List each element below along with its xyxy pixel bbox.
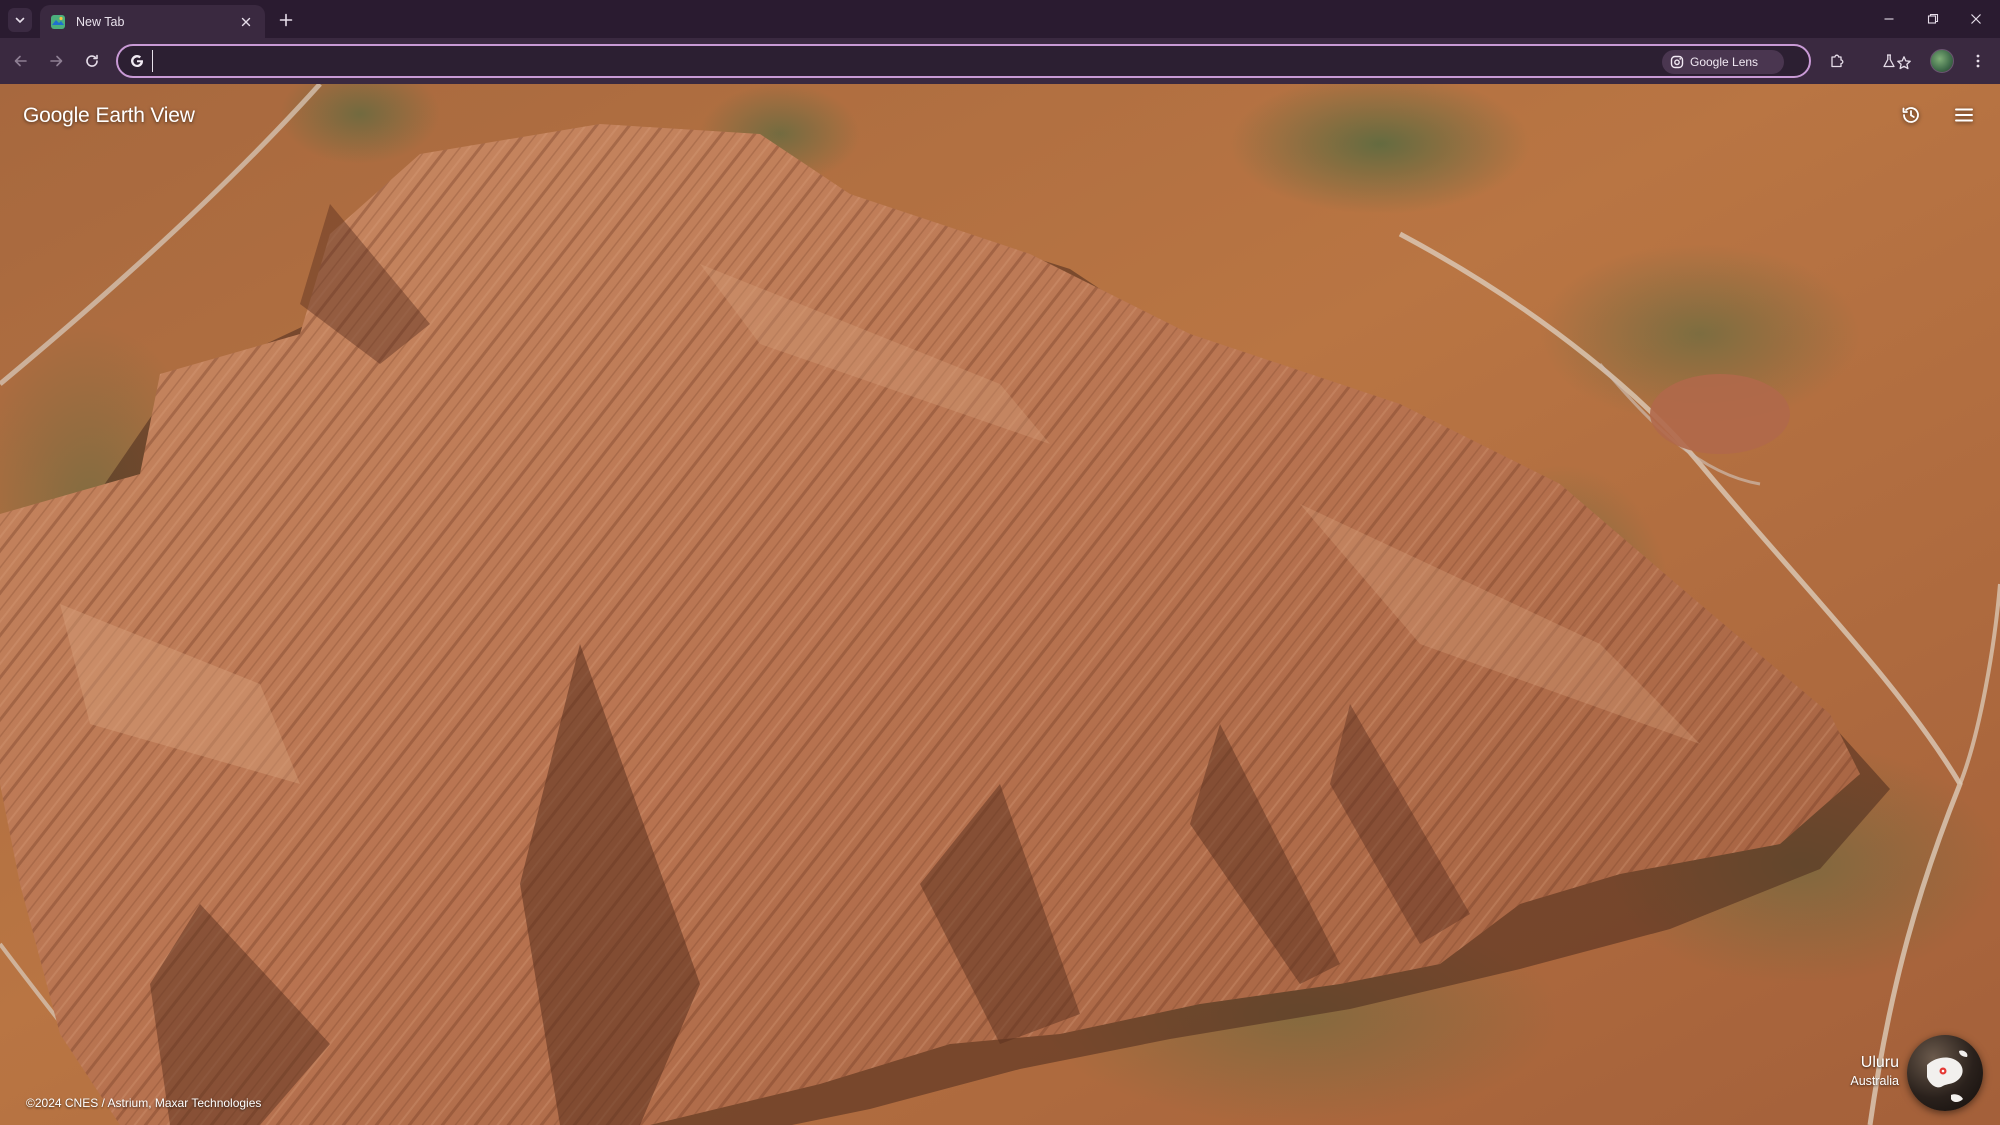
earth-view-menu-button[interactable] [1947,98,1981,132]
forward-button[interactable] [44,49,68,73]
tab-close-button[interactable] [237,13,255,31]
back-button[interactable] [9,49,33,73]
hamburger-menu-icon [1955,108,1973,122]
camera-lens-icon [1670,55,1684,69]
history-icon [1902,107,1919,123]
brand-google: Google [23,104,90,127]
location-country: Australia [1850,1074,1899,1088]
close-icon [1971,14,1981,24]
globe-icon[interactable] [1907,1035,1983,1111]
earth-view-favicon [50,14,66,30]
flask-icon [1883,54,1895,68]
google-lens-button[interactable]: Google Lens [1662,50,1784,74]
satellite-image [0,84,2000,1125]
minimize-icon [1884,18,1894,20]
earth-view-page: Google Earth View ©2024 CNES / Astrium, M… [0,84,2000,1125]
reload-button[interactable] [80,49,104,73]
restore-button[interactable] [1918,6,1948,32]
address-input[interactable] [152,50,1452,72]
image-attribution: ©2024 CNES / Astrium, Maxar Technologies [26,1096,262,1110]
history-button[interactable] [1894,98,1928,132]
browser-toolbar: Google Lens [0,38,2000,84]
close-icon [241,17,251,26]
plus-icon [279,13,293,27]
extensions-button[interactable] [1825,49,1849,73]
earth-view-logo[interactable]: Google Earth View [23,104,195,128]
tab-new-tab[interactable]: New Tab [40,5,265,38]
profile-avatar[interactable] [1930,49,1954,73]
arrow-left-icon [14,55,27,67]
labs-button[interactable] [1877,49,1901,73]
location-label[interactable]: Uluru Australia [1850,1054,1899,1088]
kebab-menu-icon [1976,54,1980,68]
tab-strip: New Tab [0,0,2000,38]
reload-icon [86,54,98,67]
tab-search-button[interactable] [8,8,32,32]
address-bar[interactable]: Google Lens [116,44,1911,78]
google-lens-label: Google Lens [1690,55,1759,69]
minimize-button[interactable] [1874,6,1904,32]
window-close-button[interactable] [1961,6,1991,32]
arrow-right-icon [50,55,63,67]
google-g-icon [128,52,146,70]
brand-earth-view: Earth View [95,104,195,127]
restore-icon [1927,13,1939,24]
chevron-down-icon [15,17,25,24]
browser-menu-button[interactable] [1966,49,1990,73]
location-name: Uluru [1860,1054,1899,1071]
puzzle-icon [1831,54,1844,68]
tab-title: New Tab [76,14,125,29]
new-tab-button[interactable] [275,9,297,31]
